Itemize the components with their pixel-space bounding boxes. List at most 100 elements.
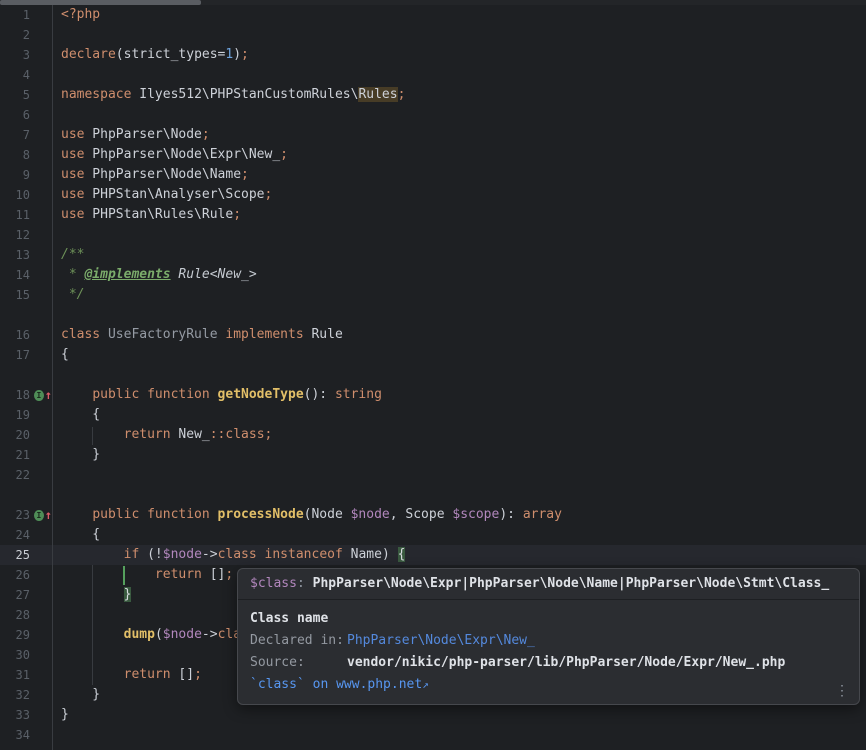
gutter-cell[interactable]: 5 xyxy=(0,85,52,105)
code-text[interactable] xyxy=(52,725,61,745)
code-line[interactable]: 18I↑ public function getNodeType(): stri… xyxy=(0,385,866,405)
code-text[interactable]: public function processNode(Node $node, … xyxy=(52,505,562,525)
line-number[interactable]: 27 xyxy=(0,585,30,605)
gutter-cell[interactable]: 13 xyxy=(0,245,52,265)
line-number[interactable]: 10 xyxy=(0,185,30,205)
line-number[interactable]: 32 xyxy=(0,685,30,705)
line-number[interactable]: 5 xyxy=(0,85,30,105)
declared-in-link[interactable]: PhpParser\Node\Expr\New_ xyxy=(347,633,535,648)
line-number[interactable]: 12 xyxy=(0,225,30,245)
gutter-cell[interactable]: 18I↑ xyxy=(0,385,52,405)
line-number[interactable]: 11 xyxy=(0,205,30,225)
code-text[interactable]: { xyxy=(52,405,100,425)
code-text[interactable] xyxy=(52,465,61,485)
line-number[interactable]: 23 xyxy=(0,505,30,525)
code-text[interactable]: <?php xyxy=(52,5,100,25)
line-number[interactable]: 17 xyxy=(0,345,30,365)
code-text[interactable]: return []; xyxy=(52,665,202,685)
code-text[interactable]: use PHPStan\Rules\Rule; xyxy=(52,205,241,225)
line-number[interactable]: 28 xyxy=(0,605,30,625)
line-number[interactable]: 13 xyxy=(0,245,30,265)
gutter-cell[interactable]: 28 xyxy=(0,605,52,625)
gutter-cell[interactable]: 31 xyxy=(0,665,52,685)
code-line[interactable]: 7use PhpParser\Node; xyxy=(0,125,866,145)
code-line[interactable]: 22 xyxy=(0,465,866,485)
code-line[interactable]: 25 if (!$node->class instanceof Name) { xyxy=(0,545,866,565)
code-line[interactable]: 33} xyxy=(0,705,866,725)
code-line[interactable]: 16class UseFactoryRule implements Rule xyxy=(0,325,866,345)
code-line[interactable]: 15 */ xyxy=(0,285,866,305)
gutter-cell[interactable]: 6 xyxy=(0,105,52,125)
code-line[interactable]: 34 xyxy=(0,725,866,745)
code-text[interactable]: /** xyxy=(52,245,84,265)
code-text[interactable]: declare(strict_types=1); xyxy=(52,45,249,65)
code-line[interactable]: 19 { xyxy=(0,405,866,425)
code-text[interactable] xyxy=(52,65,61,85)
gutter-cell[interactable]: 34 xyxy=(0,725,52,745)
code-text[interactable]: } xyxy=(52,705,69,725)
code-line[interactable]: 21 } xyxy=(0,445,866,465)
code-line[interactable]: 23I↑ public function processNode(Node $n… xyxy=(0,505,866,525)
horizontal-scrollbar[interactable] xyxy=(0,0,866,5)
gutter-cell[interactable]: 32 xyxy=(0,685,52,705)
code-text[interactable]: use PhpParser\Node\Expr\New_; xyxy=(52,145,288,165)
code-text[interactable]: namespace Ilyes512\PHPStanCustomRules\Ru… xyxy=(52,85,405,105)
gutter-cell[interactable]: 3 xyxy=(0,45,52,65)
gutter-cell[interactable]: 12 xyxy=(0,225,52,245)
line-number[interactable]: 33 xyxy=(0,705,30,725)
code-line[interactable]: 8use PhpParser\Node\Expr\New_; xyxy=(0,145,866,165)
line-number[interactable]: 15 xyxy=(0,285,30,305)
gutter-cell[interactable]: 29 xyxy=(0,625,52,645)
gutter-cell[interactable]: 4 xyxy=(0,65,52,85)
code-line[interactable]: 17{ xyxy=(0,345,866,365)
line-number[interactable]: 19 xyxy=(0,405,30,425)
code-text[interactable]: use PHPStan\Analyser\Scope; xyxy=(52,185,272,205)
code-line[interactable]: 20 return New_::class; xyxy=(0,425,866,445)
implements-method-icon[interactable]: I xyxy=(34,510,44,521)
override-up-arrow-icon[interactable]: ↑ xyxy=(45,390,52,401)
gutter-cell[interactable]: 25 xyxy=(0,545,52,565)
line-number[interactable]: 7 xyxy=(0,125,30,145)
code-text[interactable]: } xyxy=(52,445,100,465)
code-text[interactable]: public function getNodeType(): string xyxy=(52,385,382,405)
line-number[interactable]: 4 xyxy=(0,65,30,85)
code-line[interactable]: 5 namespace Ilyes512\PHPStanCustomRules\R… xyxy=(0,85,866,105)
gutter-cell[interactable]: 9 xyxy=(0,165,52,185)
line-number[interactable]: 6 xyxy=(0,105,30,125)
more-actions-kebab-icon[interactable]: ⋮ xyxy=(831,682,853,700)
code-text[interactable]: use PhpParser\Node\Name; xyxy=(52,165,249,185)
gutter-cell[interactable]: 21 xyxy=(0,445,52,465)
code-line[interactable]: 4 xyxy=(0,65,866,85)
code-text[interactable] xyxy=(52,105,61,125)
gutter-cell[interactable]: 11 xyxy=(0,205,52,225)
line-number[interactable]: 21 xyxy=(0,445,30,465)
gutter-cell[interactable]: 8 xyxy=(0,145,52,165)
gutter-cell[interactable]: 19 xyxy=(0,405,52,425)
code-text[interactable]: { xyxy=(52,525,100,545)
code-line[interactable]: 14 * @implements Rule<New_> xyxy=(0,265,866,285)
gutter-cell[interactable]: 16 xyxy=(0,325,52,345)
line-number[interactable]: 1 xyxy=(0,5,30,25)
gutter-cell[interactable]: 22 xyxy=(0,465,52,485)
code-text[interactable]: if (!$node->class instanceof Name) { xyxy=(52,545,405,565)
code-text[interactable] xyxy=(52,645,61,665)
code-line[interactable]: 9use PhpParser\Node\Name; xyxy=(0,165,866,185)
php-net-link[interactable]: `class` on www.php.net xyxy=(250,677,422,692)
horizontal-scrollbar-thumb[interactable] xyxy=(0,0,201,5)
line-number[interactable]: 25 xyxy=(0,545,30,565)
gutter-cell[interactable]: 33 xyxy=(0,705,52,725)
code-line[interactable]: 2 xyxy=(0,25,866,45)
code-text[interactable]: class UseFactoryRule implements Rule xyxy=(52,325,343,345)
gutter-cell[interactable]: 7 xyxy=(0,125,52,145)
gutter-cell[interactable]: 10 xyxy=(0,185,52,205)
gutter-cell[interactable]: 27 xyxy=(0,585,52,605)
line-number[interactable]: 31 xyxy=(0,665,30,685)
code-line[interactable]: 6 xyxy=(0,105,866,125)
code-line[interactable]: 10 use PHPStan\Analyser\Scope; xyxy=(0,185,866,205)
code-line[interactable]: 3declare(strict_types=1); xyxy=(0,45,866,65)
gutter-cell[interactable]: 20 xyxy=(0,425,52,445)
gutter-cell[interactable]: 15 xyxy=(0,285,52,305)
code-text[interactable]: */ xyxy=(52,285,84,305)
code-text[interactable] xyxy=(52,225,61,245)
code-text[interactable]: } xyxy=(52,685,100,705)
